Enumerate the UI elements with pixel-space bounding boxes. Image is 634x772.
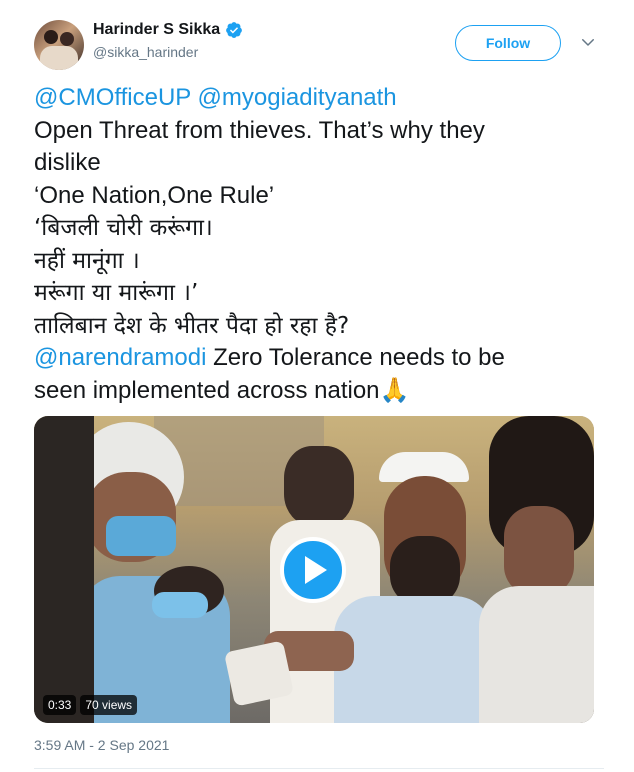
video-badges: 0:33 70 views — [43, 695, 138, 715]
thumbnail-figure — [504, 506, 574, 596]
thumbnail-figure — [34, 416, 94, 723]
tweet-line-mention: @narendramodi Zero Tolerance needs to be — [34, 342, 604, 375]
tweet-line: dislike — [34, 149, 101, 176]
thumbnail-figure — [106, 516, 176, 556]
tweet-line: ‘One Nation,One Rule’ — [34, 181, 275, 209]
divider — [34, 768, 604, 769]
video-duration: 0:33 — [43, 695, 77, 715]
folded-hands-emoji: 🙏 — [379, 376, 410, 404]
video-views: 70 views — [80, 695, 138, 715]
mention-link[interactable]: @myogiadityanath — [198, 84, 397, 111]
tweet-line: Open Threat from thieves. That’s why the… — [34, 116, 485, 144]
tweet-line: ‘बिजली चोरी करूंगा। — [34, 215, 213, 241]
tweet-line: नहीं मानूंगा । — [34, 247, 140, 274]
tweet-line: मरूंगा या मारूंगा ।’ — [34, 280, 199, 306]
author-name-row[interactable]: Harinder S Sikka — [93, 21, 243, 39]
tweet-header: Harinder S Sikka @sikka_harinder Follow — [34, 18, 604, 72]
author-display-name[interactable]: Harinder S Sikka — [93, 21, 220, 39]
video-player[interactable]: 0:33 70 views — [34, 416, 594, 723]
thumbnail-figure — [479, 586, 594, 723]
thumbnail-figure — [334, 596, 494, 723]
thumbnail-figure — [284, 446, 354, 526]
author-handle[interactable]: @sikka_harinder — [93, 44, 243, 60]
tweet-line: तालिबान देश के भीतर पैदा हो रहा है? — [34, 312, 350, 339]
follow-button[interactable]: Follow — [455, 25, 561, 61]
tweet-line-text: Zero Tolerance needs to be — [206, 344, 505, 371]
tweet-timestamp[interactable]: 3:59 AM - 2 Sep 2021 — [34, 737, 169, 753]
avatar[interactable] — [34, 20, 84, 70]
play-button[interactable] — [280, 537, 346, 603]
tweet-line-mentions: @CMOfficeUP @myogiadityanath — [34, 82, 604, 115]
thumbnail-figure — [152, 592, 208, 618]
mention-link[interactable]: @narendramodi — [34, 344, 206, 371]
tweet-text: @CMOfficeUP @myogiadityanath Open Threat… — [34, 82, 604, 407]
chevron-down-icon[interactable] — [579, 33, 597, 51]
tweet-line-emoji: seen implemented across nation🙏 — [34, 375, 604, 408]
author-info: Harinder S Sikka @sikka_harinder — [93, 21, 243, 60]
verified-badge-icon — [226, 22, 243, 38]
tweet-line-text: seen implemented across nation — [34, 376, 380, 404]
mention-link[interactable]: @CMOfficeUP — [34, 84, 191, 111]
play-icon — [305, 556, 327, 584]
